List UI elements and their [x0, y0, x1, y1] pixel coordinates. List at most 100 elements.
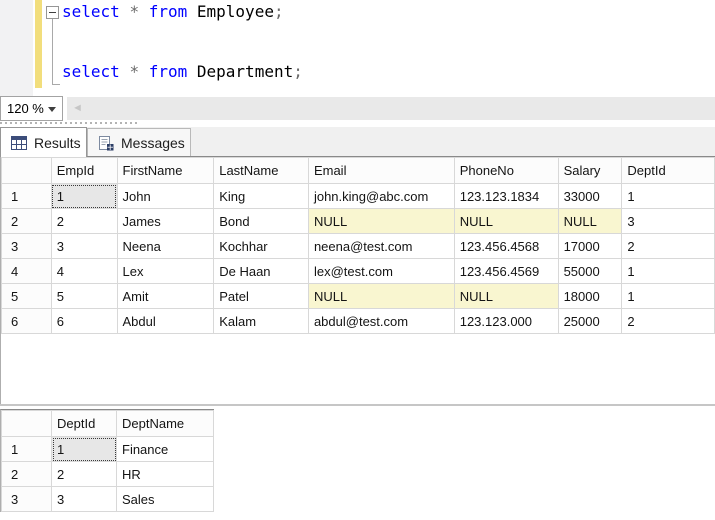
- scroll-left-icon[interactable]: ◄: [72, 101, 83, 116]
- column-header-salary[interactable]: Salary: [558, 158, 622, 184]
- row-header[interactable]: 4: [2, 259, 52, 284]
- grid-cell[interactable]: 4: [51, 259, 117, 284]
- grid-cell[interactable]: 2: [51, 209, 117, 234]
- messages-icon: [98, 136, 114, 151]
- tab-results[interactable]: Results: [0, 127, 87, 157]
- grid-cell[interactable]: Neena: [117, 234, 214, 259]
- grid-cell[interactable]: HR: [117, 462, 214, 487]
- code-token: [187, 2, 197, 21]
- tab-results-label: Results: [34, 135, 81, 151]
- grid-cell[interactable]: 5: [51, 284, 117, 309]
- grid-cell[interactable]: 33000: [558, 184, 622, 209]
- collapse-region-minus-icon[interactable]: [46, 6, 59, 19]
- grid-cell[interactable]: 6: [51, 309, 117, 334]
- column-header-deptid[interactable]: DeptId: [52, 411, 117, 437]
- grid-cell[interactable]: James: [117, 209, 214, 234]
- grid-cell[interactable]: 18000: [558, 284, 622, 309]
- sql-editor-pane[interactable]: select * from Employee;select * from Dep…: [0, 0, 715, 96]
- code-token: select: [62, 62, 120, 81]
- code-token: [139, 62, 149, 81]
- editor-code-area[interactable]: select * from Employee;select * from Dep…: [62, 2, 303, 82]
- grid-cell[interactable]: Abdul: [117, 309, 214, 334]
- row-header[interactable]: 1: [2, 437, 52, 462]
- code-token: Employee: [197, 2, 274, 21]
- grid-cell[interactable]: De Haan: [214, 259, 309, 284]
- grid-cell[interactable]: Bond: [214, 209, 309, 234]
- editor-zoom-select[interactable]: 120 %: [0, 96, 63, 121]
- grid-cell[interactable]: 2: [622, 309, 715, 334]
- grid-cell[interactable]: Kalam: [214, 309, 309, 334]
- row-header[interactable]: 3: [2, 234, 52, 259]
- row-header[interactable]: 2: [2, 462, 52, 487]
- grid-cell[interactable]: Sales: [117, 487, 214, 512]
- code-token: *: [129, 2, 139, 21]
- grid-cell[interactable]: 1: [622, 284, 715, 309]
- employee-results-pane: EmpIdFirstNameLastNameEmailPhoneNoSalary…: [0, 156, 715, 404]
- grid-cell[interactable]: 3: [51, 234, 117, 259]
- grid-cell[interactable]: lex@test.com: [308, 259, 454, 284]
- grid-cell[interactable]: john.king@abc.com: [308, 184, 454, 209]
- column-header-firstname[interactable]: FirstName: [117, 158, 214, 184]
- department-results-grid: DeptIdDeptName11Finance22HR33Sales: [1, 410, 214, 512]
- grid-corner-cell[interactable]: [2, 158, 52, 184]
- result-grids-splitter[interactable]: [0, 404, 715, 406]
- outline-guide-end: [52, 84, 60, 85]
- grid-cell[interactable]: King: [214, 184, 309, 209]
- grid-cell[interactable]: 1: [622, 259, 715, 284]
- row-header[interactable]: 2: [2, 209, 52, 234]
- grid-cell[interactable]: Patel: [214, 284, 309, 309]
- table-row: 11Finance: [2, 437, 214, 462]
- code-token: ;: [293, 62, 303, 81]
- column-header-email[interactable]: Email: [308, 158, 454, 184]
- column-header-empid[interactable]: EmpId: [51, 158, 117, 184]
- column-header-lastname[interactable]: LastName: [214, 158, 309, 184]
- grid-cell[interactable]: NULL: [308, 284, 454, 309]
- grid-cell[interactable]: John: [117, 184, 214, 209]
- tab-messages[interactable]: Messages: [87, 128, 191, 157]
- grid-cell[interactable]: 17000: [558, 234, 622, 259]
- grid-cell[interactable]: Finance: [117, 437, 214, 462]
- grid-cell[interactable]: neena@test.com: [308, 234, 454, 259]
- grid-cell[interactable]: abdul@test.com: [308, 309, 454, 334]
- grid-cell[interactable]: 3: [622, 209, 715, 234]
- column-header-deptname[interactable]: DeptName: [117, 411, 214, 437]
- grid-cell[interactable]: 55000: [558, 259, 622, 284]
- zoom-level-value: 120 %: [7, 101, 44, 116]
- table-row: 22JamesBondNULLNULLNULL3: [2, 209, 715, 234]
- grid-cell[interactable]: 25000: [558, 309, 622, 334]
- outline-guide-line: [52, 19, 53, 84]
- row-header[interactable]: 1: [2, 184, 52, 209]
- code-token: ;: [274, 2, 284, 21]
- column-header-deptid[interactable]: DeptId: [622, 158, 715, 184]
- grid-cell[interactable]: 123.123.000: [454, 309, 558, 334]
- grid-cell[interactable]: 3: [52, 487, 117, 512]
- department-results-pane: DeptIdDeptName11Finance22HR33Sales: [0, 409, 220, 520]
- grid-corner-cell[interactable]: [2, 411, 52, 437]
- grid-cell[interactable]: 123.456.4569: [454, 259, 558, 284]
- grid-cell[interactable]: 123.123.1834: [454, 184, 558, 209]
- grid-cell[interactable]: 1: [622, 184, 715, 209]
- code-token: [187, 62, 197, 81]
- table-row: 33Sales: [2, 487, 214, 512]
- code-token: select: [62, 2, 120, 21]
- grid-cell[interactable]: 2: [52, 462, 117, 487]
- grid-cell[interactable]: 2: [622, 234, 715, 259]
- grid-cell[interactable]: NULL: [308, 209, 454, 234]
- editor-horizontal-scrollbar[interactable]: ◄: [67, 97, 715, 120]
- table-row: 22HR: [2, 462, 214, 487]
- pane-splitter-grip[interactable]: [0, 122, 138, 124]
- row-header[interactable]: 5: [2, 284, 52, 309]
- grid-cell[interactable]: NULL: [454, 284, 558, 309]
- row-header[interactable]: 6: [2, 309, 52, 334]
- column-header-phoneno[interactable]: PhoneNo: [454, 158, 558, 184]
- table-row: 55AmitPatelNULLNULL180001: [2, 284, 715, 309]
- row-header[interactable]: 3: [2, 487, 52, 512]
- grid-cell[interactable]: 123.456.4568: [454, 234, 558, 259]
- grid-cell[interactable]: 1: [51, 184, 117, 209]
- grid-cell[interactable]: NULL: [558, 209, 622, 234]
- grid-cell[interactable]: NULL: [454, 209, 558, 234]
- grid-cell[interactable]: Lex: [117, 259, 214, 284]
- grid-cell[interactable]: 1: [52, 437, 117, 462]
- grid-cell[interactable]: Kochhar: [214, 234, 309, 259]
- grid-cell[interactable]: Amit: [117, 284, 214, 309]
